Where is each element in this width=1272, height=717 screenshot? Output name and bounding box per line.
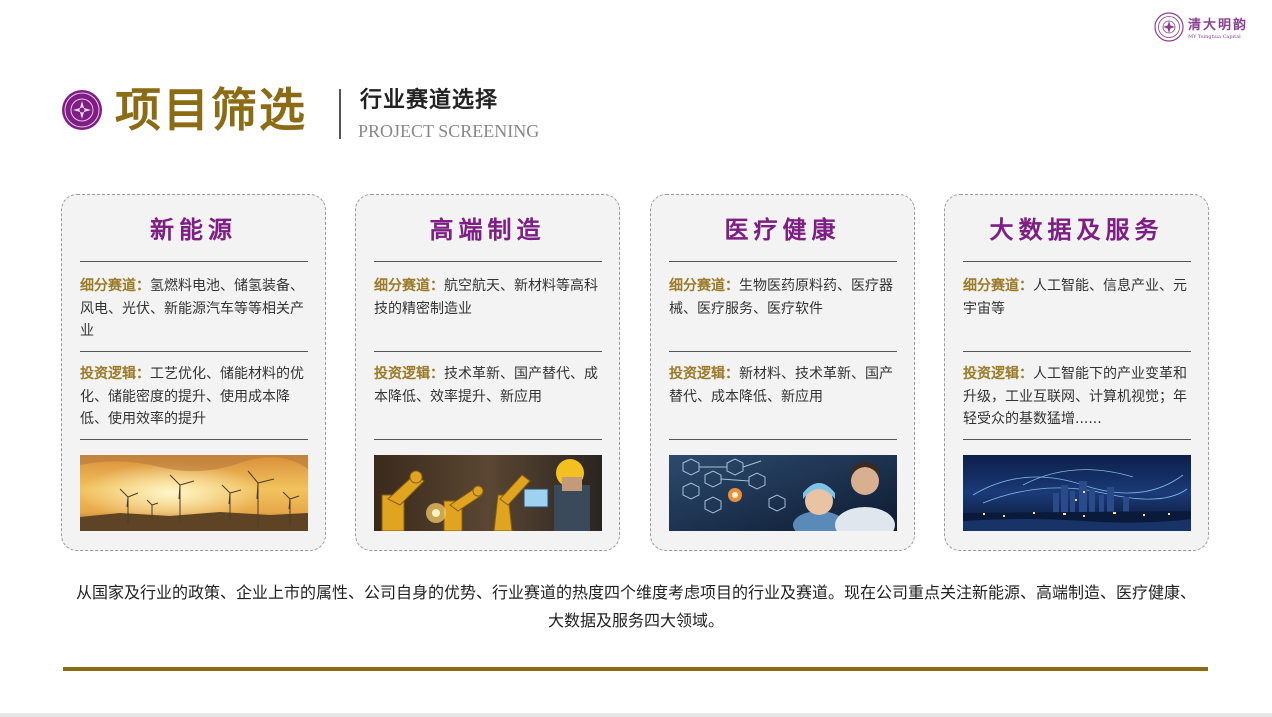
footer-rule [63, 667, 1208, 671]
divider [963, 351, 1191, 352]
brand-name-en: MY Tsinghua Capital [1188, 34, 1241, 40]
page-subtitle-en: PROJECT SCREENING [358, 121, 540, 141]
logic-label: 投资逻辑： [963, 366, 1033, 382]
card-title: 大数据及服务 [989, 216, 1164, 244]
card-title: 高端制造 [429, 216, 546, 244]
logic-text: 投资逻辑：技术革新、国产替代、成本降低、效率提升、新应用 [374, 363, 602, 408]
university-seal-icon [62, 90, 102, 130]
segment-label: 细分赛道： [374, 278, 444, 294]
segment-label: 细分赛道： [963, 278, 1033, 294]
segment-label: 细分赛道： [80, 278, 150, 294]
sector-card-big-data: 大数据及服务 细分赛道：人工智能、信息产业、元宇宙等 投资逻辑：人工智能下的产业… [944, 194, 1209, 551]
slide-bottom-edge [0, 713, 1272, 717]
segment-text: 细分赛道：氢燃料电池、储氢装备、风电、光伏、新能源汽车等等相关产业 [80, 275, 308, 343]
title-divider [339, 89, 341, 139]
logic-label: 投资逻辑： [669, 366, 739, 382]
university-seal-icon [1154, 12, 1184, 42]
brand-name-cn: 清大明韵 [1188, 18, 1249, 33]
wind-turbines-image [80, 455, 308, 531]
divider [963, 261, 1191, 262]
divider [374, 439, 602, 440]
divider [80, 439, 308, 440]
segment-label: 细分赛道： [669, 278, 739, 294]
divider [963, 439, 1191, 440]
medical-technology-image [669, 455, 897, 531]
divider [669, 351, 897, 352]
divider [374, 351, 602, 352]
sector-card-manufacturing: 高端制造 细分赛道：航空航天、新材料等高科技的精密制造业 投资逻辑：技术革新、国… [355, 194, 620, 551]
logic-text: 投资逻辑：新材料、技术革新、国产替代、成本降低、新应用 [669, 363, 897, 408]
divider [80, 261, 308, 262]
industrial-robots-image [374, 455, 602, 531]
logic-label: 投资逻辑： [80, 366, 150, 382]
segment-text: 细分赛道：航空航天、新材料等高科技的精密制造业 [374, 275, 602, 320]
logic-text: 投资逻辑：人工智能下的产业变革和升级，工业互联网、计算机视觉；年轻受众的基数猛增… [963, 363, 1191, 431]
divider [374, 261, 602, 262]
sector-card-healthcare: 医疗健康 细分赛道：生物医药原料药、医疗器械、医疗服务、医疗软件 投资逻辑：新材… [650, 194, 915, 551]
logic-label: 投资逻辑： [374, 366, 444, 382]
divider [669, 261, 897, 262]
card-title: 新能源 [150, 216, 237, 244]
city-network-image [963, 455, 1191, 531]
logic-text: 投资逻辑：工艺优化、储能材料的优化、储能密度的提升、使用成本降低、使用效率的提升 [80, 363, 308, 431]
divider [669, 439, 897, 440]
segment-text: 细分赛道：生物医药原料药、医疗器械、医疗服务、医疗软件 [669, 275, 897, 320]
segment-text: 细分赛道：人工智能、信息产业、元宇宙等 [963, 275, 1191, 320]
page-subtitle-cn: 行业赛道选择 [360, 88, 499, 113]
card-title: 医疗健康 [724, 216, 841, 244]
page-title: 项目筛选 [115, 83, 307, 137]
divider [80, 351, 308, 352]
brand-logo: 清大明韵 MY Tsinghua Capital [1154, 12, 1254, 46]
summary-text: 从国家及行业的政策、企业上市的属性、公司自身的优势、行业赛道的热度四个维度考虑项… [75, 583, 1196, 630]
sector-card-new-energy: 新能源 细分赛道：氢燃料电池、储氢装备、风电、光伏、新能源汽车等等相关产业 投资… [61, 194, 326, 551]
